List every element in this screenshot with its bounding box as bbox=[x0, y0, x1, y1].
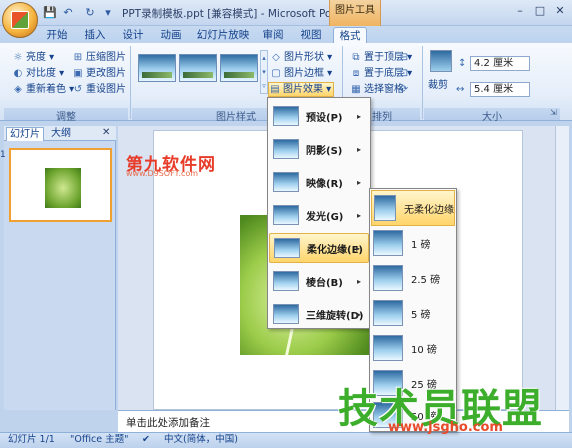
recolor-icon: ◈ bbox=[14, 84, 22, 95]
menu-item-soft-edges[interactable]: 柔化边缘(E) ▸ bbox=[269, 233, 369, 263]
width-input[interactable]: 5.4 厘米 bbox=[470, 82, 530, 97]
customize-qat-icon[interactable]: ▾ bbox=[100, 5, 116, 20]
tab-review[interactable]: 审阅 bbox=[258, 27, 288, 44]
redo-icon[interactable]: ↻ bbox=[82, 5, 98, 20]
soft-edge-5pt-icon bbox=[373, 300, 403, 326]
reflection-icon bbox=[273, 172, 299, 192]
tab-home[interactable]: 开始 bbox=[42, 27, 72, 44]
picture-effects-icon: ▤ bbox=[270, 84, 280, 95]
tab-slideshow[interactable]: 幻灯片放映 bbox=[196, 27, 250, 44]
contrast-icon: ◐ bbox=[13, 68, 23, 79]
styles-gallery-scroll[interactable]: ▴ ▾ ▿ bbox=[260, 50, 268, 94]
group-label-size: 大小 bbox=[424, 108, 560, 123]
soft-edge-none[interactable]: 无柔化边缘 bbox=[371, 190, 455, 226]
soft-edge-2-5pt-icon bbox=[373, 265, 403, 291]
bevel-icon bbox=[273, 271, 299, 291]
watermark-top-url: www.D9SOFT.com bbox=[126, 169, 199, 178]
soft-edges-icon bbox=[274, 238, 300, 258]
picture-shape-button[interactable]: ◇ 图片形状 ▾ bbox=[270, 50, 332, 65]
thumbnail-leaf-image bbox=[45, 168, 81, 208]
minimize-button[interactable]: – bbox=[511, 3, 529, 19]
tab-format[interactable]: 格式 bbox=[333, 27, 367, 44]
tab-view[interactable]: 视图 bbox=[296, 27, 326, 44]
reset-picture-icon: ↺ bbox=[73, 84, 83, 95]
status-theme: "Office 主题" bbox=[70, 434, 129, 445]
soft-edge-1pt-icon bbox=[373, 230, 403, 256]
recolor-button[interactable]: ◈ 重新着色 ▾ bbox=[12, 82, 74, 97]
crop-icon bbox=[430, 50, 452, 72]
height-input[interactable]: 4.2 厘米 bbox=[470, 56, 530, 71]
tab-design[interactable]: 设计 bbox=[118, 27, 148, 44]
selection-pane-button[interactable]: ▦ 选择窗格 bbox=[350, 82, 404, 97]
picture-style-3[interactable] bbox=[220, 54, 258, 82]
menu-item-glow[interactable]: 发光(G) ▸ bbox=[269, 200, 369, 230]
compress-icon: ⊞ bbox=[73, 52, 83, 63]
picture-tools-label: 图片工具 bbox=[329, 0, 381, 26]
close-pane-icon[interactable]: ✕ bbox=[102, 127, 110, 138]
selection-pane-icon: ▦ bbox=[351, 84, 361, 95]
soft-edge-10pt-icon bbox=[373, 335, 403, 361]
notes-placeholder: 单击此处添加备注 bbox=[126, 417, 210, 429]
bring-to-front-icon: ⧉ bbox=[352, 52, 360, 63]
align-button[interactable]: ⊟ bbox=[398, 50, 410, 65]
glow-icon bbox=[273, 205, 299, 225]
watermark-bottom-url: www.jsgho.com bbox=[388, 420, 503, 435]
menu-item-bevel[interactable]: 棱台(B) ▸ bbox=[269, 266, 369, 296]
close-button[interactable]: ✕ bbox=[551, 3, 569, 19]
rotate-button[interactable]: ⟳ bbox=[398, 82, 410, 97]
office-logo-icon bbox=[11, 11, 29, 29]
brightness-icon: ☼ bbox=[13, 52, 23, 63]
save-icon[interactable]: 💾 bbox=[42, 5, 58, 20]
height-icon: ↕ bbox=[458, 58, 467, 69]
rotate-icon: ⟳ bbox=[399, 84, 409, 95]
menu-item-shadow[interactable]: 阴影(S) ▸ bbox=[269, 134, 369, 164]
soft-edge-none-icon bbox=[374, 195, 396, 221]
preset-icon bbox=[273, 106, 299, 126]
picture-border-button[interactable]: ▢ 图片边框 ▾ bbox=[270, 66, 332, 81]
maximize-button[interactable]: □ bbox=[531, 3, 549, 19]
picture-border-icon: ▢ bbox=[271, 68, 281, 79]
status-language: 中文(简体，中国) bbox=[164, 434, 238, 445]
align-icon: ⊟ bbox=[399, 52, 409, 63]
vertical-scrollbar[interactable] bbox=[555, 126, 569, 410]
group-button[interactable]: ⊡ bbox=[398, 66, 410, 81]
soft-edge-10pt[interactable]: 10 磅 bbox=[371, 330, 455, 366]
send-to-back-icon: ⧈ bbox=[352, 68, 360, 79]
shadow-icon bbox=[273, 139, 299, 159]
spellcheck-icon[interactable]: ✔ bbox=[142, 433, 150, 447]
picture-effects-button[interactable]: ▤ 图片效果 ▾ bbox=[268, 82, 335, 97]
slide-thumbnail[interactable] bbox=[9, 148, 112, 222]
tab-outline[interactable]: 大纲 bbox=[46, 127, 76, 141]
compress-pictures-button[interactable]: ⊞ 压缩图片 bbox=[72, 50, 126, 65]
brightness-button[interactable]: ☼ 亮度 ▾ bbox=[12, 50, 55, 65]
picture-style-1[interactable] bbox=[138, 54, 176, 82]
size-dialog-launcher-icon[interactable]: ⇲ bbox=[550, 108, 557, 117]
crop-button[interactable]: 裁剪 bbox=[428, 76, 448, 91]
office-button[interactable] bbox=[2, 2, 38, 38]
picture-style-2[interactable] bbox=[179, 54, 217, 82]
soft-edge-2-5pt[interactable]: 2.5 磅 bbox=[371, 260, 455, 296]
contrast-button[interactable]: ◐ 对比度 ▾ bbox=[12, 66, 65, 81]
undo-icon[interactable]: ↶ bbox=[60, 5, 76, 20]
picture-shape-icon: ◇ bbox=[272, 52, 280, 63]
group-label-adjust: 调整 bbox=[4, 108, 128, 123]
3d-rotation-icon bbox=[273, 304, 299, 324]
menu-item-preset[interactable]: 预设(P) ▸ bbox=[269, 101, 369, 131]
slide-number: 1 bbox=[0, 150, 6, 160]
group-separator bbox=[130, 46, 131, 119]
width-icon: ↔ bbox=[456, 84, 465, 95]
status-slide-count: 幻灯片 1/1 bbox=[8, 434, 55, 445]
menu-item-reflection[interactable]: 映像(R) ▸ bbox=[269, 167, 369, 197]
soft-edge-5pt[interactable]: 5 磅 bbox=[371, 295, 455, 331]
tab-insert[interactable]: 插入 bbox=[80, 27, 110, 44]
reset-picture-button[interactable]: ↺ 重设图片 bbox=[72, 82, 126, 97]
change-picture-icon: ▣ bbox=[73, 68, 83, 79]
menu-item-3d-rotation[interactable]: 三维旋转(D) ▸ bbox=[269, 299, 369, 329]
tab-slides[interactable]: 幻灯片 bbox=[6, 127, 44, 141]
soft-edge-1pt[interactable]: 1 磅 bbox=[371, 225, 455, 261]
change-picture-button[interactable]: ▣ 更改图片 bbox=[72, 66, 126, 81]
group-separator bbox=[422, 46, 423, 119]
group-icon: ⊡ bbox=[399, 68, 409, 79]
tab-animations[interactable]: 动画 bbox=[156, 27, 186, 44]
